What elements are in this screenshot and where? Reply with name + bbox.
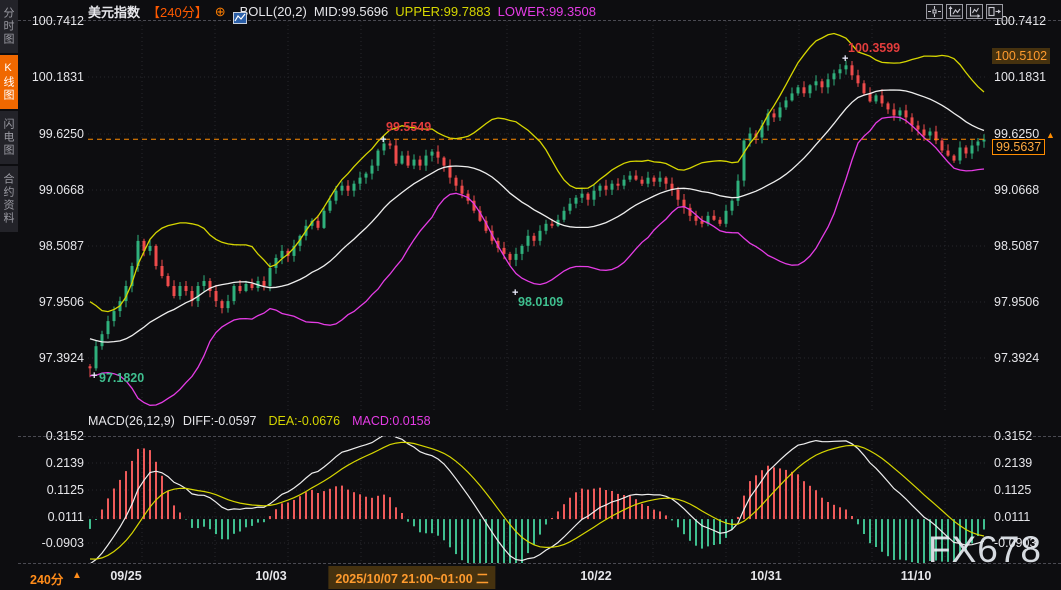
current-price-badge: 99.5637 [992, 139, 1045, 155]
price-annotation: 98.0109 [518, 295, 563, 309]
sidebar-tab-分时图[interactable]: 分时图 [0, 0, 18, 53]
sidebar-tab-K线图[interactable]: K线图 [0, 55, 18, 109]
macd-axis-label-right: 0.1125 [994, 483, 1031, 497]
x-axis-date-label: 10/03 [255, 569, 286, 583]
price-axis-label-right: 97.3924 [994, 351, 1039, 365]
symbol-title: 美元指数 [88, 2, 140, 21]
boll-lower-value: LOWER:99.3508 [498, 4, 596, 19]
price-axis-label-left: 100.7412 [18, 14, 84, 28]
extreme-cross-marker: + [91, 370, 97, 382]
macd-title: MACD(26,12,9) [88, 414, 175, 428]
macd-axis-label-left: 0.0111 [18, 510, 84, 524]
macd-diff-value: DIFF:-0.0597 [183, 414, 257, 428]
crosshair-icon[interactable] [926, 4, 943, 19]
chart-toolbar [926, 4, 1003, 19]
x-axis-date-label: 10/31 [750, 569, 781, 583]
x-axis-date-label: 09/25 [110, 569, 141, 583]
macd-panel-top-divider [18, 436, 1061, 437]
price-axis-label-left: 99.6250 [18, 127, 84, 141]
extreme-cross-marker: + [842, 53, 848, 65]
period-tag: 【240分】 [147, 2, 208, 21]
price-axis-label-right: 98.5087 [994, 239, 1039, 253]
macd-axis-label-left: 0.2139 [18, 456, 84, 470]
period-selector[interactable]: 240分 [30, 569, 63, 588]
sidebar-tab-合约资料[interactable]: 合约资料 [0, 166, 18, 232]
crosshair-price-badge: 100.5102 [992, 48, 1050, 64]
axis-scale-up-icon[interactable] [946, 4, 963, 19]
macd-axis-label-left: 0.1125 [18, 483, 84, 497]
price-axis-label-right: 97.9506 [994, 295, 1039, 309]
add-indicator-icon[interactable]: ⊕ [215, 5, 226, 18]
crosshair-date-badge: 2025/10/07 21:00~01:00 二 [328, 566, 495, 589]
boll-upper-value: UPPER:99.7883 [395, 4, 490, 19]
price-axis-label-right: 99.0668 [994, 183, 1039, 197]
price-axis-label-left: 98.5087 [18, 239, 84, 253]
price-annotation: 99.5549 [386, 120, 431, 134]
macd-axis-label-left: -0.0903 [18, 536, 84, 550]
price-axis-label-left: 99.0668 [18, 183, 84, 197]
price-chart[interactable] [88, 21, 988, 412]
macd-axis-label-right: 0.3152 [994, 429, 1032, 443]
period-arrow-icon[interactable]: ▲ [72, 570, 82, 581]
sidebar-tab-闪电图[interactable]: 闪电图 [0, 111, 18, 164]
x-axis-divider [18, 563, 1061, 564]
x-axis-date-label: 10/22 [580, 569, 611, 583]
macd-axis-label-right: 0.2139 [994, 456, 1032, 470]
price-up-arrow-icon: ▲ [1046, 130, 1055, 140]
boll-mid-value: MID:99.5696 [314, 4, 388, 19]
indicator-bar: 美元指数 【240分】 ⊕ BOLL(20,2) MID:99.5696 UPP… [88, 3, 596, 20]
x-axis-date-label: 11/10 [901, 569, 932, 583]
macd-readout: MACD(26,12,9) DIFF:-0.0597 DEA:-0.0676 M… [88, 414, 431, 428]
macd-chart[interactable] [88, 436, 988, 563]
macd-macd-value: MACD:0.0158 [352, 414, 431, 428]
extreme-cross-marker: + [380, 134, 386, 146]
fx678-watermark: FX678 [928, 529, 1042, 571]
macd-axis-label-right: 0.0111 [994, 510, 1030, 524]
extreme-cross-marker: + [512, 287, 518, 299]
macd-axis-label-left: 0.3152 [18, 429, 84, 443]
sidebar-tabs: 分时图 K线图闪电图合约资料 [0, 0, 18, 590]
price-axis-label-left: 100.1831 [18, 70, 84, 84]
price-axis-label-right: 100.1831 [994, 70, 1046, 84]
axis-scale-right-icon[interactable] [966, 4, 983, 19]
exit-right-icon[interactable] [986, 4, 1003, 19]
price-annotation: 97.1820 [99, 371, 144, 385]
price-annotation: 100.3599 [848, 41, 900, 55]
macd-dea-value: DEA:-0.0676 [268, 414, 340, 428]
price-axis-label-left: 97.9506 [18, 295, 84, 309]
boll-label: BOLL(20,2) [240, 4, 307, 19]
price-axis-label-left: 97.3924 [18, 351, 84, 365]
